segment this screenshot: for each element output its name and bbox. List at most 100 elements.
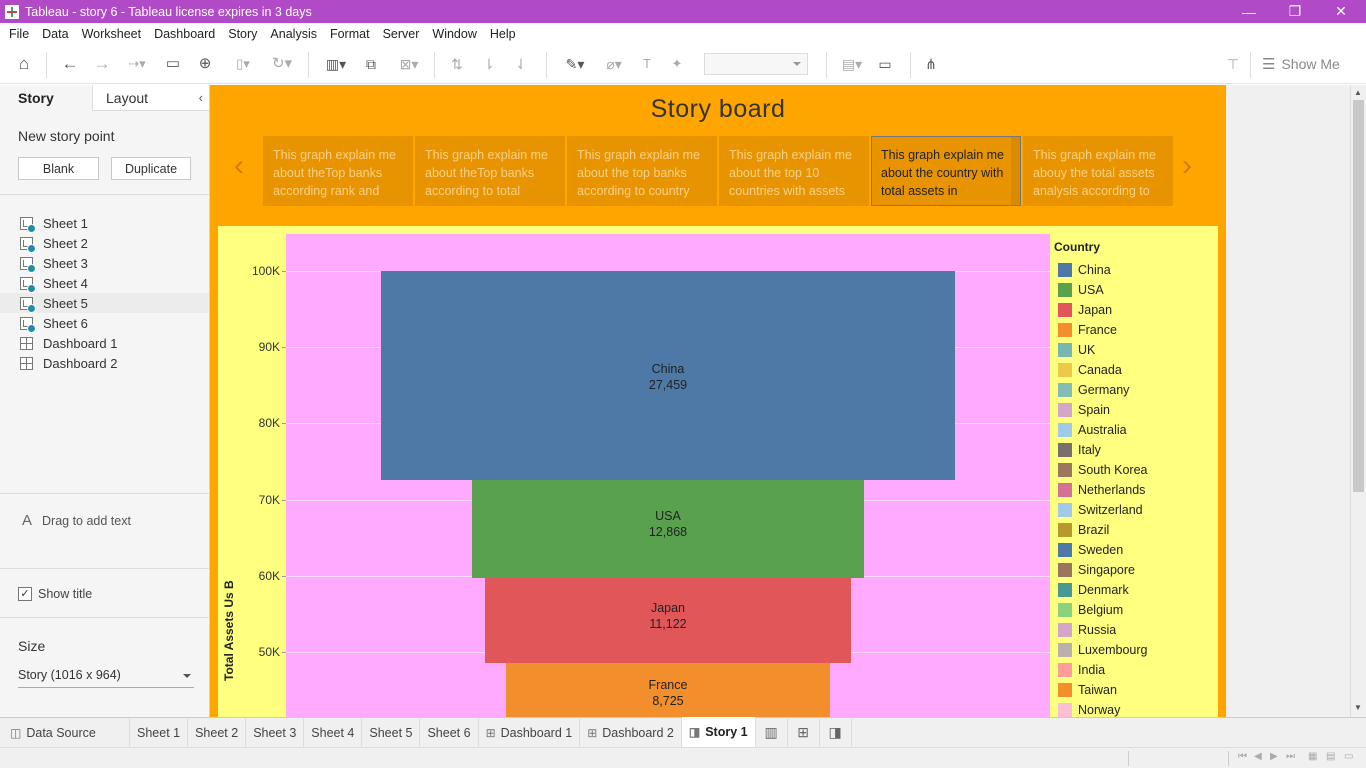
duplicate-sheet-icon[interactable]: ⧉ bbox=[360, 54, 382, 74]
highlight-icon[interactable]: ✎▾ bbox=[558, 54, 592, 74]
presentation-mode-icon[interactable]: ▭ bbox=[874, 54, 896, 74]
tab-sheet[interactable]: Sheet 1 bbox=[130, 717, 189, 748]
show-me-button[interactable]: ☰ Show Me bbox=[1262, 55, 1340, 73]
tab-layout[interactable]: Layout bbox=[92, 85, 209, 111]
menu-story[interactable]: Story bbox=[223, 27, 262, 41]
clear-sheet-icon[interactable]: ⊠▾ bbox=[392, 54, 426, 74]
blank-button[interactable]: Blank bbox=[18, 157, 99, 180]
menu-format[interactable]: Format bbox=[325, 27, 375, 41]
story-point-caption[interactable]: This graph explain me abouy the total as… bbox=[1023, 136, 1173, 206]
save-icon[interactable]: ▭ bbox=[162, 54, 184, 74]
labels-icon[interactable]: T bbox=[636, 54, 658, 74]
dashboard-list-item[interactable]: Dashboard 2 bbox=[0, 353, 209, 373]
pin-icon[interactable]: ✦ bbox=[666, 54, 688, 74]
story-point-caption[interactable]: This graph explain me about the top 10 c… bbox=[719, 136, 869, 206]
scroll-up-icon[interactable]: ▲ bbox=[1354, 88, 1362, 97]
sheet-list-item[interactable]: Sheet 5 bbox=[0, 293, 209, 313]
previous-story-point-icon[interactable]: ‹ bbox=[234, 149, 244, 183]
redo-icon[interactable]: → bbox=[90, 54, 114, 74]
sheet-list-item[interactable]: Sheet 2 bbox=[0, 233, 209, 253]
tab-story[interactable]: Story bbox=[0, 85, 92, 111]
bar-france[interactable]: France 8,725 bbox=[506, 663, 830, 717]
menu-analysis[interactable]: Analysis bbox=[265, 27, 322, 41]
story-point-caption[interactable]: This graph explain me about theTop banks… bbox=[415, 136, 565, 206]
bar-usa[interactable]: USA 12,868 bbox=[471, 480, 865, 579]
story-point-caption-active[interactable]: This graph explain me about the country … bbox=[871, 136, 1021, 206]
menu-help[interactable]: Help bbox=[485, 27, 521, 41]
bar-japan[interactable]: Japan 11,122 bbox=[485, 578, 851, 664]
legend-item[interactable]: Japan bbox=[1054, 300, 1214, 320]
duplicate-button[interactable]: Duplicate bbox=[111, 157, 191, 180]
bar-china[interactable]: China 27,459 bbox=[381, 271, 955, 481]
legend-item[interactable]: Sweden bbox=[1054, 540, 1214, 560]
next-sheet-icon[interactable]: ▶ bbox=[1270, 751, 1278, 762]
tab-sheet[interactable]: Sheet 2 bbox=[188, 717, 247, 748]
next-story-point-icon[interactable]: › bbox=[1182, 149, 1192, 183]
legend-item[interactable]: Russia bbox=[1054, 620, 1214, 640]
collapse-panel-icon[interactable]: ‹ bbox=[199, 90, 203, 105]
legend-item[interactable]: Netherlands bbox=[1054, 480, 1214, 500]
tab-dashboard[interactable]: ⊞ Dashboard 1 bbox=[479, 717, 581, 748]
home-icon[interactable]: ⌂ bbox=[12, 54, 36, 74]
scroll-down-icon[interactable]: ▼ bbox=[1354, 703, 1362, 712]
new-worksheet-icon[interactable]: ▥ bbox=[756, 717, 788, 748]
sheet-list-item[interactable]: Sheet 4 bbox=[0, 273, 209, 293]
new-story-icon[interactable]: ◨ bbox=[820, 717, 852, 748]
tab-sheet[interactable]: Sheet 5 bbox=[362, 717, 421, 748]
legend-item[interactable]: USA bbox=[1054, 280, 1214, 300]
tab-dashboard[interactable]: ⊞ Dashboard 2 bbox=[580, 717, 682, 748]
menu-file[interactable]: File bbox=[4, 27, 34, 41]
tab-data-source[interactable]: ◫ Data Source bbox=[0, 717, 130, 748]
dashboard-list-item[interactable]: Dashboard 1 bbox=[0, 333, 209, 353]
legend-item[interactable]: Spain bbox=[1054, 400, 1214, 420]
sort-ascending-icon[interactable]: ⇂ bbox=[478, 54, 500, 74]
legend-item[interactable]: South Korea bbox=[1054, 460, 1214, 480]
new-worksheet-icon[interactable]: ▥▾ bbox=[318, 54, 354, 74]
legend-item[interactable]: Norway bbox=[1054, 700, 1214, 717]
first-sheet-icon[interactable]: ⏮ bbox=[1238, 751, 1247, 762]
legend-item[interactable]: Italy bbox=[1054, 440, 1214, 460]
menu-worksheet[interactable]: Worksheet bbox=[77, 27, 147, 41]
legend-item[interactable]: Singapore bbox=[1054, 560, 1214, 580]
legend-item[interactable]: India bbox=[1054, 660, 1214, 680]
scrollbar-thumb[interactable] bbox=[1353, 100, 1364, 492]
menu-server[interactable]: Server bbox=[378, 27, 425, 41]
minimize-button[interactable]: — bbox=[1226, 0, 1272, 23]
tab-sheet[interactable]: Sheet 4 bbox=[304, 717, 363, 748]
previous-sheet-icon[interactable]: ◀ bbox=[1254, 751, 1262, 762]
legend-item[interactable]: China bbox=[1054, 260, 1214, 280]
legend-item[interactable]: Brazil bbox=[1054, 520, 1214, 540]
sheet-sorter-icon[interactable]: ▦ bbox=[1308, 751, 1317, 762]
tab-sheet[interactable]: Sheet 3 bbox=[246, 717, 305, 748]
tab-sheet[interactable]: Sheet 6 bbox=[420, 717, 479, 748]
legend-item[interactable]: Taiwan bbox=[1054, 680, 1214, 700]
pause-updates-icon[interactable]: ▯▾ bbox=[226, 54, 260, 74]
legend-item[interactable]: Denmark bbox=[1054, 580, 1214, 600]
swap-icon[interactable]: ⇅ bbox=[446, 54, 468, 74]
legend-item[interactable]: Luxembourg bbox=[1054, 640, 1214, 660]
sheet-list-item[interactable]: Sheet 6 bbox=[0, 313, 209, 333]
legend-item[interactable]: Switzerland bbox=[1054, 500, 1214, 520]
last-sheet-icon[interactable]: ⏭ bbox=[1286, 751, 1295, 762]
sheet-list-item[interactable]: Sheet 1 bbox=[0, 213, 209, 233]
show-title-checkbox[interactable]: ✓ Show title bbox=[18, 587, 92, 601]
vertical-scrollbar[interactable]: ▲ ▼ bbox=[1350, 85, 1366, 717]
tabs-icon[interactable]: ▭ bbox=[1344, 751, 1353, 762]
format-painter-icon[interactable]: ⊤ bbox=[1222, 54, 1244, 74]
tab-story-active[interactable]: ◨ Story 1 bbox=[681, 716, 756, 748]
menu-data[interactable]: Data bbox=[37, 27, 73, 41]
legend-item[interactable]: Australia bbox=[1054, 420, 1214, 440]
size-select[interactable]: Story (1016 x 964) bbox=[18, 668, 194, 688]
group-icon[interactable]: ⌀▾ bbox=[596, 54, 632, 74]
story-point-caption[interactable]: This graph explain me about theTop banks… bbox=[263, 136, 413, 206]
menu-window[interactable]: Window bbox=[427, 27, 481, 41]
menu-dashboard[interactable]: Dashboard bbox=[149, 27, 220, 41]
new-datasource-icon[interactable]: ⊕ bbox=[194, 54, 216, 74]
legend-item[interactable]: Germany bbox=[1054, 380, 1214, 400]
story-point-caption[interactable]: This graph explain me about the top bank… bbox=[567, 136, 717, 206]
fit-icon[interactable]: ▤▾ bbox=[834, 54, 870, 74]
replay-icon[interactable]: ⇢▾ bbox=[120, 54, 154, 74]
restore-button[interactable]: ❐ bbox=[1272, 0, 1318, 23]
new-dashboard-icon[interactable]: ⊞ bbox=[788, 717, 820, 748]
legend-item[interactable]: France bbox=[1054, 320, 1214, 340]
